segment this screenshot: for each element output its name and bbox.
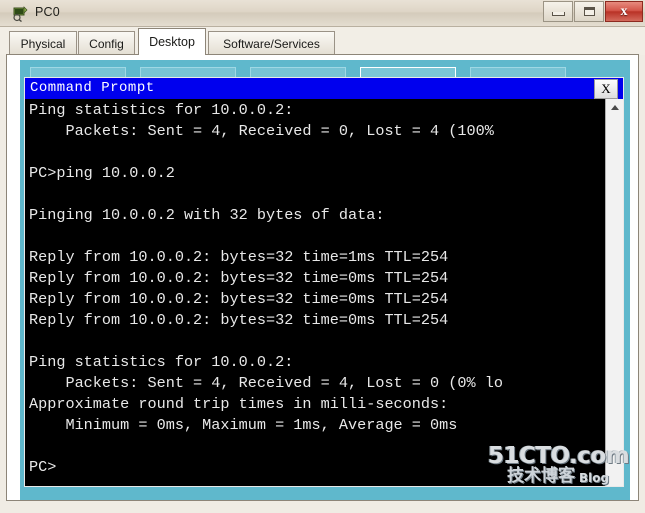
command-prompt-titlebar: Command Prompt	[25, 78, 623, 99]
tab-desktop[interactable]: Desktop	[138, 28, 206, 55]
maximize-icon	[583, 7, 595, 16]
close-icon: X	[601, 81, 611, 96]
tab-config[interactable]: Config	[78, 31, 135, 55]
window-titlebar: PC0 x	[0, 0, 645, 27]
window-title: PC0	[35, 5, 60, 19]
arrow-up-icon	[610, 105, 619, 110]
command-prompt-title: Command Prompt	[30, 80, 155, 96]
simulated-desktop: Command Prompt X Ping statistics for 10.…	[20, 60, 630, 500]
device-window: PC0 x Physical Config Desktop Software/S…	[0, 0, 645, 513]
close-button[interactable]: x	[605, 1, 643, 22]
terminal-output-area[interactable]: Ping statistics for 10.0.0.2: Packets: S…	[25, 99, 623, 486]
minimize-button[interactable]	[543, 1, 573, 22]
minimize-icon	[551, 12, 565, 16]
tab-strip: Physical Config Desktop Software/Service…	[0, 27, 645, 55]
terminal-scrollbar[interactable]	[605, 99, 623, 486]
tab-software-services[interactable]: Software/Services	[208, 31, 335, 55]
maximize-button[interactable]	[574, 1, 604, 22]
scroll-up-button[interactable]	[606, 99, 623, 116]
terminal-text: Ping statistics for 10.0.0.2: Packets: S…	[29, 101, 503, 476]
tab-physical[interactable]: Physical	[9, 31, 77, 55]
pc-device-icon	[12, 5, 29, 23]
command-prompt-window: Command Prompt X Ping statistics for 10.…	[24, 77, 624, 487]
close-icon: x	[620, 3, 628, 19]
command-prompt-close-button[interactable]: X	[594, 79, 618, 99]
